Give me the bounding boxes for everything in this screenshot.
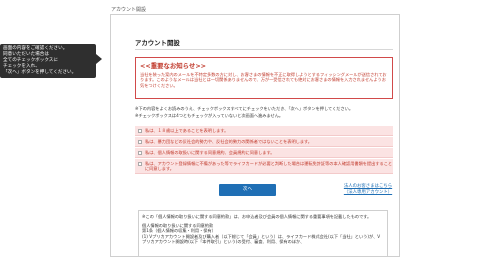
notice-heading: <<重要なお知らせ>> (140, 62, 207, 70)
tooltip-line: 「次へ」ボタンを押してください。 (3, 70, 77, 75)
terms-line: ※この「個人情報の取り扱いに関する同意約款」は、お申込者及び会員の個人情報に関す… (142, 214, 372, 219)
agreement-row-privacy[interactable]: 私は、個人情報の取扱いに関する同意規約、会員規約に同意します。 (135, 148, 393, 158)
privacy-checkbox[interactable] (138, 150, 142, 155)
id-documents-checkbox[interactable] (138, 162, 142, 166)
next-button[interactable]: 次へ (219, 184, 276, 196)
corporate-account-link[interactable]: 法人のお客さまはこちら （法人専用アカウント） (338, 184, 398, 196)
window-title: アカウント開設 (111, 7, 147, 13)
title-divider (135, 49, 393, 50)
agreement-row-id-documents[interactable]: 私は、アカウント登録情報に不備があった等でライフカードが必要と判断した場合は運転… (135, 159, 393, 174)
instruction-text: ※下の内容をよくお読みのうえ、チェックボックスすべてにチェックをいただき、「次へ… (135, 106, 354, 111)
agreement-label: 私は、暴力団などの反社会的勢力や、反社会的勢力の関係者ではないことを表明します。 (145, 139, 312, 144)
agreement-row-antisocial[interactable]: 私は、暴力団などの反社会的勢力や、反社会的勢力の関係者ではないことを表明します。 (135, 137, 393, 147)
terms-line: (1) Vプリカアカウント開設者及び購入者（以下総じて「会員」という）は、ライフ… (142, 233, 381, 245)
agreement-label: 私は、１８歳以上であることを表明します。 (145, 128, 229, 133)
agreement-row-age[interactable]: 私は、１８歳以上であることを表明します。 (135, 126, 393, 136)
important-notice: <<重要なお知らせ>> 当社を装った案内のメールを不特定多数の方に対し、お客さま… (135, 57, 393, 99)
terms-scroll-area[interactable]: ※この「個人情報の取り扱いに関する同意約款」は、お申込者及び会員の個人情報に関す… (138, 210, 388, 257)
agreement-label: 私は、アカウント登録情報に不備があった等でライフカードが必要と判断した場合は運転… (145, 161, 393, 171)
antisocial-checkbox[interactable] (138, 139, 142, 144)
age-checkbox[interactable] (138, 128, 142, 133)
instruction-text: ※チェックボックスは4つともチェックが入っていないと次画面へ進みません。 (135, 113, 284, 118)
instruction-tooltip: 画面の内容をご確認ください。 同意いただいた場合は 全てのチェックボックスに チ… (0, 44, 102, 78)
agreement-label: 私は、個人情報の取扱いに関する同意規約、会員規約に同意します。 (145, 150, 275, 155)
corporate-link-line2[interactable]: （法人専用アカウント） (338, 190, 398, 196)
notice-text: 当社を装った案内のメールを不特定多数の方に対し、お客さまの情報を不正に取得しよう… (140, 72, 387, 88)
page-title: アカウント開設 (135, 39, 180, 47)
